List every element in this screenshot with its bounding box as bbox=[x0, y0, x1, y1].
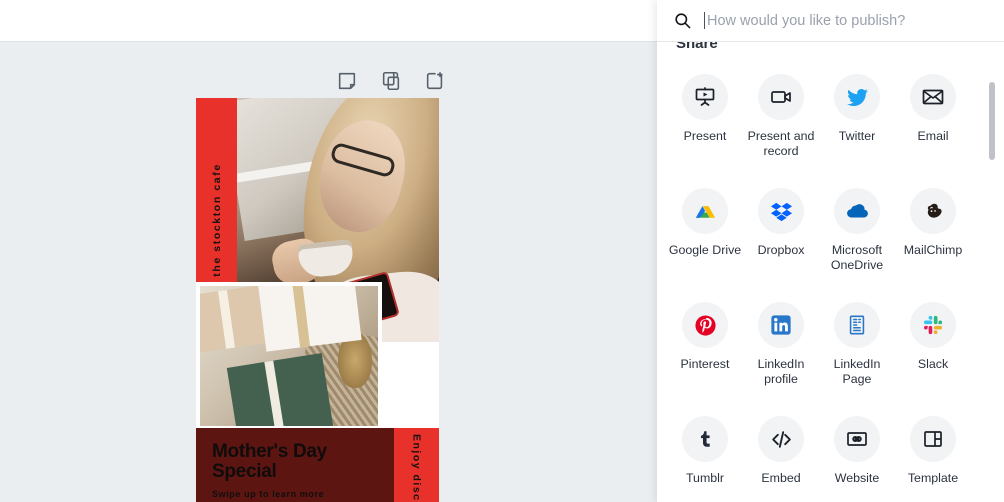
pinterest-icon bbox=[682, 302, 728, 348]
panel-scrollbar-thumb[interactable] bbox=[989, 82, 995, 160]
mailchimp-icon bbox=[910, 188, 956, 234]
share-option-linkedin-profile[interactable]: LinkedIn profile bbox=[743, 284, 819, 387]
slack-icon bbox=[910, 302, 956, 348]
share-option-dropbox[interactable]: Dropbox bbox=[743, 170, 819, 273]
design-brand-text: the stockton cafe bbox=[210, 163, 223, 277]
share-option-embed[interactable]: Embed bbox=[743, 398, 819, 486]
share-options-grid: Present Present and record Twitter Email… bbox=[657, 56, 987, 502]
present-icon bbox=[682, 74, 728, 120]
share-option-pinterest[interactable]: Pinterest bbox=[667, 284, 743, 387]
template-icon bbox=[910, 416, 956, 462]
share-option-label: Google Drive bbox=[668, 243, 742, 257]
twitter-icon bbox=[834, 74, 880, 120]
share-option-slack[interactable]: Slack bbox=[895, 284, 971, 387]
design-page[interactable]: the stockton cafe Mother's Day Special S… bbox=[196, 98, 439, 502]
design-photo-gifts bbox=[196, 282, 382, 430]
notes-icon[interactable] bbox=[336, 70, 358, 92]
design-side-text: Enjoy discounts bbox=[410, 434, 423, 502]
add-page-icon[interactable] bbox=[424, 70, 446, 92]
publish-search-bar[interactable] bbox=[657, 0, 1004, 42]
share-option-label: Present bbox=[683, 129, 727, 143]
share-option-label: Template bbox=[907, 471, 959, 485]
share-option-label: Slack bbox=[917, 357, 949, 371]
duplicate-page-icon[interactable] bbox=[380, 70, 402, 92]
share-option-label: Email bbox=[917, 129, 949, 143]
search-icon bbox=[673, 11, 692, 30]
embed-icon bbox=[758, 416, 804, 462]
share-option-label: Embed bbox=[761, 471, 801, 485]
share-option-onedrive[interactable]: Microsoft OneDrive bbox=[819, 170, 895, 273]
share-option-label: Dropbox bbox=[757, 243, 805, 257]
design-footer: Mother's Day Special Swipe up to learn m… bbox=[196, 428, 394, 502]
share-option-twitter[interactable]: Twitter bbox=[819, 56, 895, 159]
share-option-label: Pinterest bbox=[680, 357, 730, 371]
share-option-next-row-item[interactable] bbox=[743, 497, 819, 502]
share-option-label: LinkedIn profile bbox=[757, 357, 805, 386]
design-title: Mother's Day Special bbox=[212, 441, 327, 482]
share-option-label: MailChimp bbox=[903, 243, 963, 257]
onedrive-icon bbox=[834, 188, 880, 234]
share-option-label: LinkedIn Page bbox=[833, 357, 881, 386]
app-root: the stockton cafe Mother's Day Special S… bbox=[0, 0, 1004, 502]
share-option-linkedin-page[interactable]: LinkedIn Page bbox=[819, 284, 895, 387]
share-panel-scroll-content: Share Present Present and record Twitter… bbox=[657, 0, 1004, 502]
linkedin-profile-icon bbox=[758, 302, 804, 348]
share-option-next-row-item[interactable] bbox=[819, 497, 895, 502]
share-option-website[interactable]: Website bbox=[819, 398, 895, 486]
tumblr-icon bbox=[682, 416, 728, 462]
share-option-present-and-record[interactable]: Present and record bbox=[743, 56, 819, 159]
search-input[interactable] bbox=[707, 12, 988, 29]
share-option-next-row-item[interactable] bbox=[895, 497, 971, 502]
design-discount-bar: Enjoy discounts bbox=[394, 428, 439, 502]
share-option-tumblr[interactable]: Tumblr bbox=[667, 398, 743, 486]
share-panel: Share Present Present and record Twitter… bbox=[657, 0, 1004, 502]
share-option-template[interactable]: Template bbox=[895, 398, 971, 486]
share-option-label: Tumblr bbox=[685, 471, 725, 485]
email-icon bbox=[910, 74, 956, 120]
text-cursor bbox=[704, 12, 705, 29]
share-option-next-row-item[interactable] bbox=[667, 497, 743, 502]
share-option-label: Website bbox=[834, 471, 880, 485]
share-option-label: Microsoft OneDrive bbox=[830, 243, 884, 272]
share-option-google-drive[interactable]: Google Drive bbox=[667, 170, 743, 273]
share-option-email[interactable]: Email bbox=[895, 56, 971, 159]
dropbox-icon bbox=[758, 188, 804, 234]
present-and-record-icon bbox=[758, 74, 804, 120]
share-option-label: Twitter bbox=[838, 129, 876, 143]
website-icon bbox=[834, 416, 880, 462]
page-tools bbox=[336, 70, 446, 92]
share-option-present[interactable]: Present bbox=[667, 56, 743, 159]
share-option-mailchimp[interactable]: MailChimp bbox=[895, 170, 971, 273]
design-subtitle: Swipe up to learn more bbox=[212, 489, 325, 499]
share-option-label: Present and record bbox=[747, 129, 815, 158]
linkedin-page-icon bbox=[834, 302, 880, 348]
google-drive-icon bbox=[682, 188, 728, 234]
